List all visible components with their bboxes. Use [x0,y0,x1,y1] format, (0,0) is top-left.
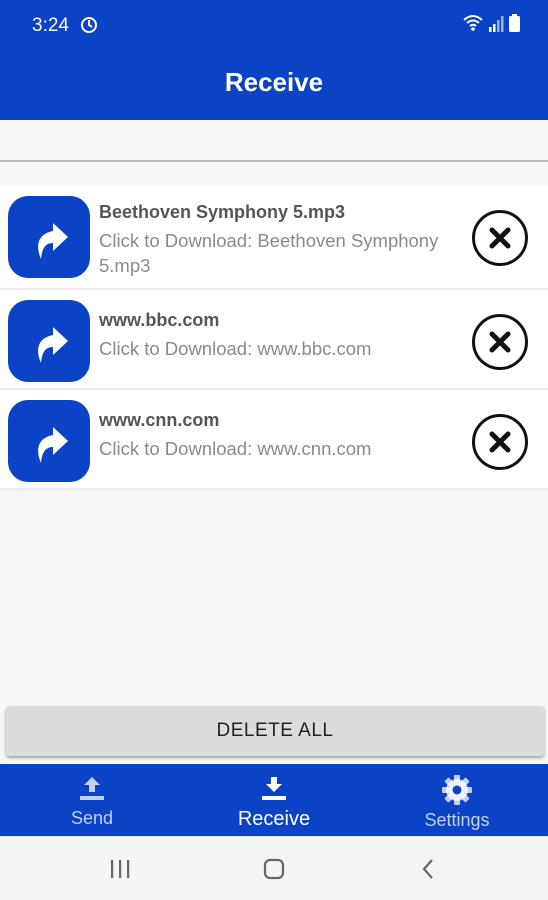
status-time: 3:24 [32,15,69,36]
item-subtitle: Click to Download: Beethoven Symphony 5.… [99,230,439,276]
nav-settings-label: Settings [424,810,490,830]
nav-receive-label: Receive [237,808,311,830]
remove-item-button[interactable] [472,210,528,266]
share-arrow-icon [8,400,90,482]
bottom-nav: Send Receive Settings [0,764,548,836]
item-title: www.bbc.com [99,310,220,330]
nav-receive[interactable]: Receive [224,764,324,836]
app-bar: Receive [0,50,548,120]
recent-apps-icon[interactable] [108,857,132,881]
wifi-icon [463,15,483,31]
close-icon [489,331,511,353]
close-icon [489,431,511,453]
item-subtitle: Click to Download: www.cnn.com [99,438,372,459]
gear-icon [442,775,472,805]
nav-send[interactable]: Send [42,764,142,836]
signal-icon [489,16,504,32]
item-title: Beethoven Symphony 5.mp3 [99,202,346,222]
system-nav-bar [0,836,548,900]
close-icon [489,227,511,249]
share-arrow-icon [8,300,90,382]
upload-icon [80,777,104,800]
status-icons [463,14,520,32]
item-title: www.cnn.com [99,410,220,430]
list-item[interactable]: www.bbc.com Click to Download: www.bbc.c… [0,290,548,390]
received-list: Beethoven Symphony 5.mp3 Click to Downlo… [0,186,548,490]
page-title: Receive [224,67,324,97]
back-icon[interactable] [417,857,441,881]
remove-item-button[interactable] [472,414,528,470]
delete-all-button[interactable]: DELETE ALL [6,706,544,756]
battery-icon [509,14,520,32]
list-item[interactable]: Beethoven Symphony 5.mp3 Click to Downlo… [0,186,548,290]
remove-item-button[interactable] [472,314,528,370]
download-icon [262,777,286,800]
item-subtitle: Click to Download: www.bbc.com [99,338,372,359]
toolbar-strip [0,120,548,162]
list-item[interactable]: www.cnn.com Click to Download: www.cnn.c… [0,390,548,490]
nav-settings[interactable]: Settings [407,764,507,836]
share-arrow-icon [8,196,90,278]
home-icon[interactable] [262,857,286,881]
nav-send-label: Send [70,808,114,828]
sync-icon [81,17,97,33]
status-bar: 3:24 [0,0,548,50]
